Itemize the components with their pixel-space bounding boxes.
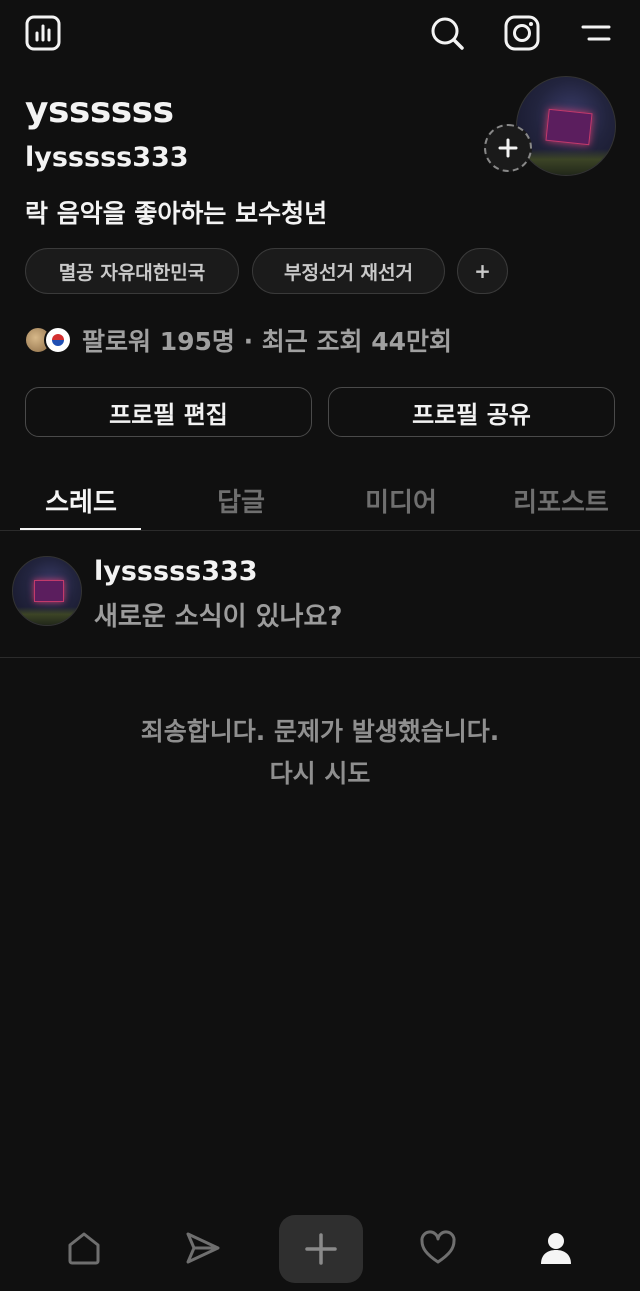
profile-avatar[interactable] <box>516 76 616 176</box>
tab-replies[interactable]: 답글 <box>161 470 321 530</box>
composer-avatar[interactable] <box>12 556 82 626</box>
plus-icon <box>305 1233 337 1265</box>
edit-profile-button[interactable]: 프로필 편집 <box>25 387 312 437</box>
plus-icon <box>498 138 518 158</box>
avatar-sign-graphic <box>545 108 593 146</box>
composer-username: lysssss333 <box>94 556 258 587</box>
profile-handle: lysssss333 <box>25 142 189 173</box>
menu-icon[interactable] <box>578 16 614 50</box>
composer-divider <box>0 657 640 658</box>
retry-link[interactable]: 다시 시도 <box>0 754 640 790</box>
followers-row[interactable]: 팔로워 195명 · 최근 조회 44만회 <box>24 320 452 360</box>
composer-prompt[interactable]: 새로운 소식이 있나요? <box>94 596 342 633</box>
follower-avatar-flag <box>44 326 72 354</box>
tab-reposts[interactable]: 리포스트 <box>481 470 640 530</box>
error-message: 죄송합니다. 문제가 발생했습니다. <box>140 717 500 746</box>
avatar-trees-graphic <box>517 149 615 175</box>
profile-bio: 락 음악을 좋아하는 보수청년 <box>25 199 328 228</box>
instagram-icon[interactable] <box>503 14 541 52</box>
avatar-sign-graphic <box>34 580 64 602</box>
create-post-button[interactable] <box>279 1215 363 1283</box>
tab-divider <box>0 530 640 531</box>
chip-add[interactable]: + <box>457 248 508 294</box>
tab-threads[interactable]: 스레드 <box>1 470 161 530</box>
profile-name: yssssss <box>25 90 174 131</box>
share-profile-button[interactable]: 프로필 공유 <box>328 387 615 437</box>
send-icon[interactable] <box>180 1226 224 1270</box>
profile-icon[interactable] <box>534 1226 578 1270</box>
add-story-button[interactable] <box>484 124 532 172</box>
home-icon[interactable] <box>62 1226 106 1270</box>
avatar-trees-graphic <box>13 607 81 625</box>
chip-1[interactable]: 멸공 자유대한민국 <box>25 248 239 294</box>
heart-icon[interactable] <box>416 1226 460 1270</box>
followers-text: 팔로워 195명 · 최근 조회 44만회 <box>82 327 452 356</box>
search-icon[interactable] <box>428 14 466 52</box>
insights-icon[interactable] <box>24 14 62 52</box>
tab-media[interactable]: 미디어 <box>321 470 481 530</box>
chip-2[interactable]: 부정선거 재선거 <box>252 248 445 294</box>
active-tab-indicator <box>20 528 141 530</box>
